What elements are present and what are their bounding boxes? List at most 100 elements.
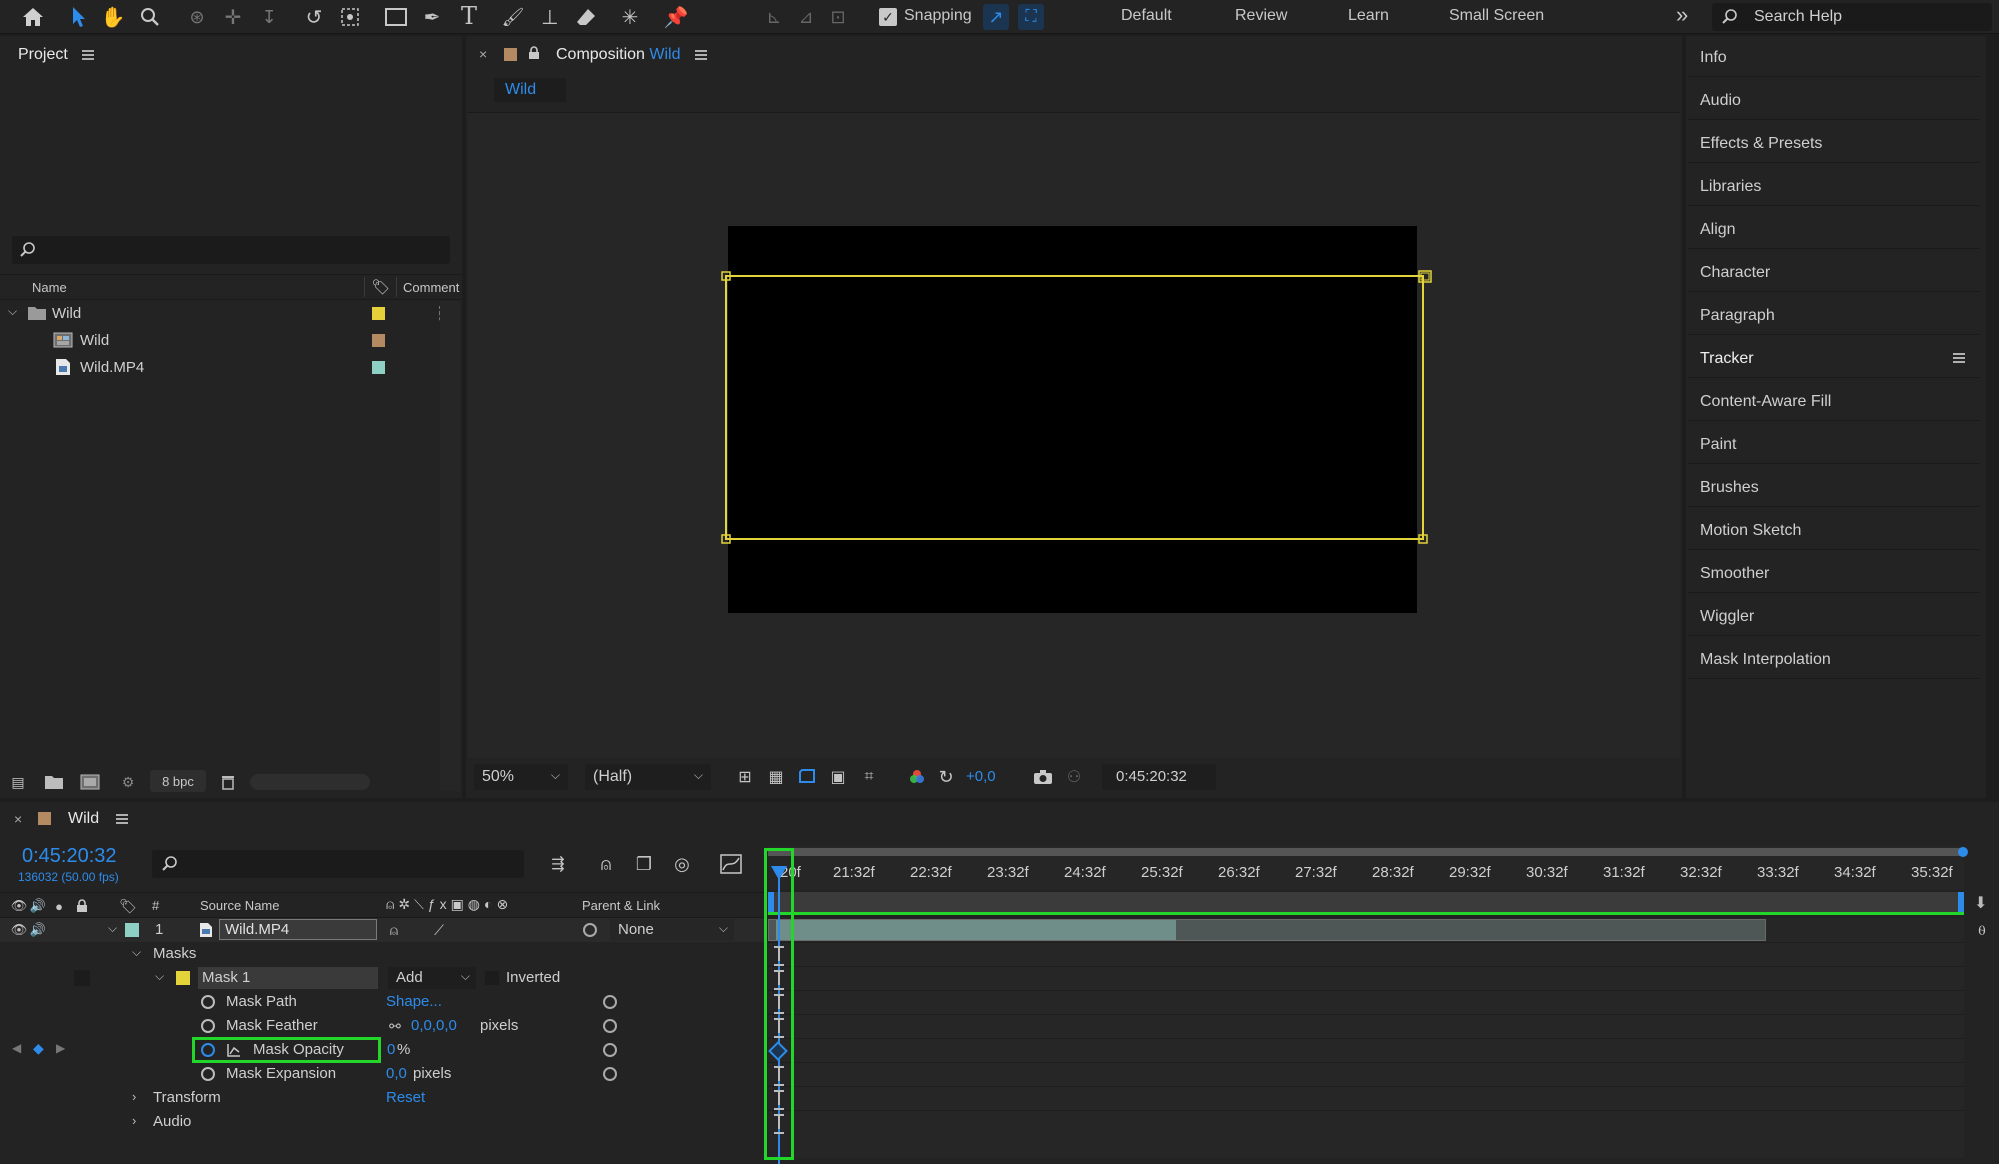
next-keyframe-arrow[interactable]: ▶ (56, 1041, 65, 1055)
show-snapshot-icon[interactable]: ⚇ (1063, 766, 1085, 788)
mask-expansion-row[interactable]: Mask Expansion 0,0 pixels (0, 1062, 765, 1086)
workspace-review[interactable]: Review (1235, 7, 1287, 25)
panel-paragraph[interactable]: Paragraph (1688, 294, 1980, 335)
column-name-header[interactable]: Name (32, 280, 67, 295)
axis-view-icon[interactable]: ⊡ (825, 4, 851, 30)
mask-opacity-value[interactable]: 0 (387, 1041, 395, 1058)
chevron-down-icon[interactable]: ⌵ (8, 304, 17, 319)
panel-motion-sketch[interactable]: Motion Sketch (1688, 509, 1980, 550)
pick-whip-icon[interactable] (603, 1043, 617, 1057)
interpret-footage-icon[interactable]: ▤ (6, 772, 30, 792)
mask-feather-row[interactable]: Mask Feather ⚯ 0,0,0,0 pixels (0, 1014, 765, 1038)
zoom-tool-icon[interactable] (137, 4, 163, 30)
brush-tool-icon[interactable]: 🖌 (500, 4, 526, 30)
workspace-small-screen[interactable]: Small Screen (1449, 7, 1544, 25)
timeline-search-input[interactable] (152, 850, 524, 878)
thumbnail-zoom-slider[interactable] (250, 774, 370, 790)
composition-menu-icon[interactable] (695, 50, 707, 60)
column-divider[interactable] (364, 277, 365, 297)
keyframe-add-icon[interactable]: ◆ (33, 1040, 44, 1057)
panel-libraries[interactable]: Libraries (1688, 165, 1980, 206)
bpc-button[interactable]: 8 bpc (150, 770, 206, 792)
selection-tool-icon[interactable] (68, 3, 90, 31)
panel-brushes[interactable]: Brushes (1688, 466, 1980, 507)
rectangle-tool-icon[interactable] (383, 4, 409, 30)
video-eye-icon[interactable]: 👁 (10, 921, 28, 939)
panel-smoother[interactable]: Smoother (1688, 552, 1980, 593)
list-item[interactable]: Wild (0, 327, 438, 354)
pan-tool-icon[interactable]: ✛ (220, 4, 246, 30)
column-number-header[interactable]: # (152, 898, 159, 913)
audio-speaker-icon[interactable]: 🔊 (29, 897, 47, 915)
rotate-tool-icon[interactable]: ↺ (301, 4, 327, 30)
layer-name-field[interactable]: Wild.MP4 (219, 919, 377, 940)
layer-label-swatch[interactable] (125, 923, 139, 937)
snapping-checkbox[interactable]: ✓ (879, 8, 897, 26)
mask-expansion-value[interactable]: 0,0 (386, 1065, 407, 1082)
mask-path-value[interactable]: Shape... (386, 993, 442, 1010)
label-color-swatch[interactable] (372, 334, 385, 347)
switches-icons[interactable]: ⍝✲⟍ƒx▣◍◐⊗ (386, 896, 512, 913)
timeline-zoom-marker[interactable]: ⬇ (1974, 893, 1987, 913)
chevron-down-icon[interactable]: ⌵ (108, 921, 117, 936)
shy-layers-icon[interactable]: ⍝ (594, 852, 618, 876)
list-item[interactable]: Wild.MP4 (0, 354, 438, 381)
shy-switch-icon[interactable]: ⍝ (385, 921, 403, 939)
home-icon[interactable] (20, 4, 46, 30)
chevron-down-icon[interactable]: ⌵ (132, 945, 141, 960)
panel-content-aware-fill[interactable]: Content-Aware Fill (1688, 380, 1980, 421)
layer-end-marker[interactable]: ⍬ (1972, 920, 1992, 940)
timeline-menu-icon[interactable] (116, 814, 128, 824)
composition-tab-title[interactable]: Composition Wild (556, 46, 681, 64)
grid-guides-icon[interactable]: ⌗ (858, 766, 880, 788)
reset-exposure-icon[interactable]: ↻ (935, 766, 957, 788)
frame-blending-icon[interactable]: ❐ (632, 852, 656, 876)
mask-visibility-icon[interactable] (796, 766, 818, 788)
label-tag-icon[interactable]: 🏷 (371, 278, 391, 296)
graph-editor-icon[interactable] (718, 852, 744, 876)
timeline-tab-name[interactable]: Wild (68, 810, 99, 828)
constrain-proportions-icon[interactable]: ⚯ (385, 1017, 405, 1035)
audio-speaker-icon[interactable]: 🔊 (29, 921, 47, 939)
panel-info[interactable]: Info (1688, 36, 1980, 77)
transform-row[interactable]: › Transform Reset (0, 1086, 765, 1110)
trash-icon[interactable] (217, 772, 239, 792)
panel-mask-interpolation[interactable]: Mask Interpolation (1688, 638, 1980, 679)
panel-effects-presets[interactable]: Effects & Presets (1688, 122, 1980, 163)
mask-mode-dropdown[interactable]: Add ⌵ (388, 967, 476, 989)
roto-brush-tool-icon[interactable]: ✳ (617, 4, 643, 30)
column-source-name-header[interactable]: Source Name (200, 898, 279, 913)
column-divider[interactable] (396, 277, 397, 297)
layer-row[interactable]: 👁 🔊 ⌵ 1 Wild.MP4 ⍝ ⟋ None ⌵ (0, 918, 765, 942)
mask1-row[interactable]: ⌵ Mask 1 Add ⌵ Inverted (0, 966, 765, 990)
orbit-tool-icon[interactable]: ⊛ (183, 4, 211, 30)
stopwatch-icon[interactable] (201, 995, 215, 1009)
panel-audio[interactable]: Audio (1688, 79, 1980, 120)
project-scrollbar[interactable] (440, 301, 460, 791)
quality-switch-icon[interactable]: ⟋ (430, 921, 448, 939)
label-color-swatch[interactable] (372, 307, 385, 320)
list-item[interactable]: ⌵ Wild ⛓ (0, 300, 454, 327)
label-tag-icon[interactable]: 🏷 (118, 897, 138, 915)
mask-path-outline[interactable] (718, 268, 1438, 550)
pen-tool-icon[interactable]: ✒ (419, 4, 445, 30)
navigator-end-handle[interactable] (1958, 892, 1964, 914)
label-color-swatch[interactable] (372, 361, 385, 374)
work-area-end[interactable] (1958, 847, 1968, 857)
pick-whip-icon[interactable] (603, 995, 617, 1009)
transparency-grid-icon[interactable]: ▦ (765, 766, 787, 788)
masks-group-row[interactable]: ⌵ Masks (0, 942, 765, 966)
clone-stamp-tool-icon[interactable]: ⊥ (537, 4, 563, 30)
hand-tool-icon[interactable]: ✋ (100, 4, 126, 30)
composition-subtab[interactable]: Wild (494, 78, 566, 102)
video-eye-icon[interactable]: 👁 (10, 897, 28, 915)
parent-dropdown[interactable]: None ⌵ (610, 919, 734, 941)
tracker-menu-icon[interactable] (1953, 353, 1965, 363)
column-comment-header[interactable]: Comment (403, 280, 459, 295)
stopwatch-icon[interactable] (201, 1019, 215, 1033)
prev-keyframe-arrow[interactable]: ◀ (12, 1041, 21, 1055)
region-of-interest-icon[interactable]: ▣ (827, 766, 849, 788)
mask-path-row[interactable]: Mask Path Shape... (0, 990, 765, 1014)
panel-wiggler[interactable]: Wiggler (1688, 595, 1980, 636)
zoom-dropdown[interactable]: 50% ⌵ (474, 764, 568, 790)
